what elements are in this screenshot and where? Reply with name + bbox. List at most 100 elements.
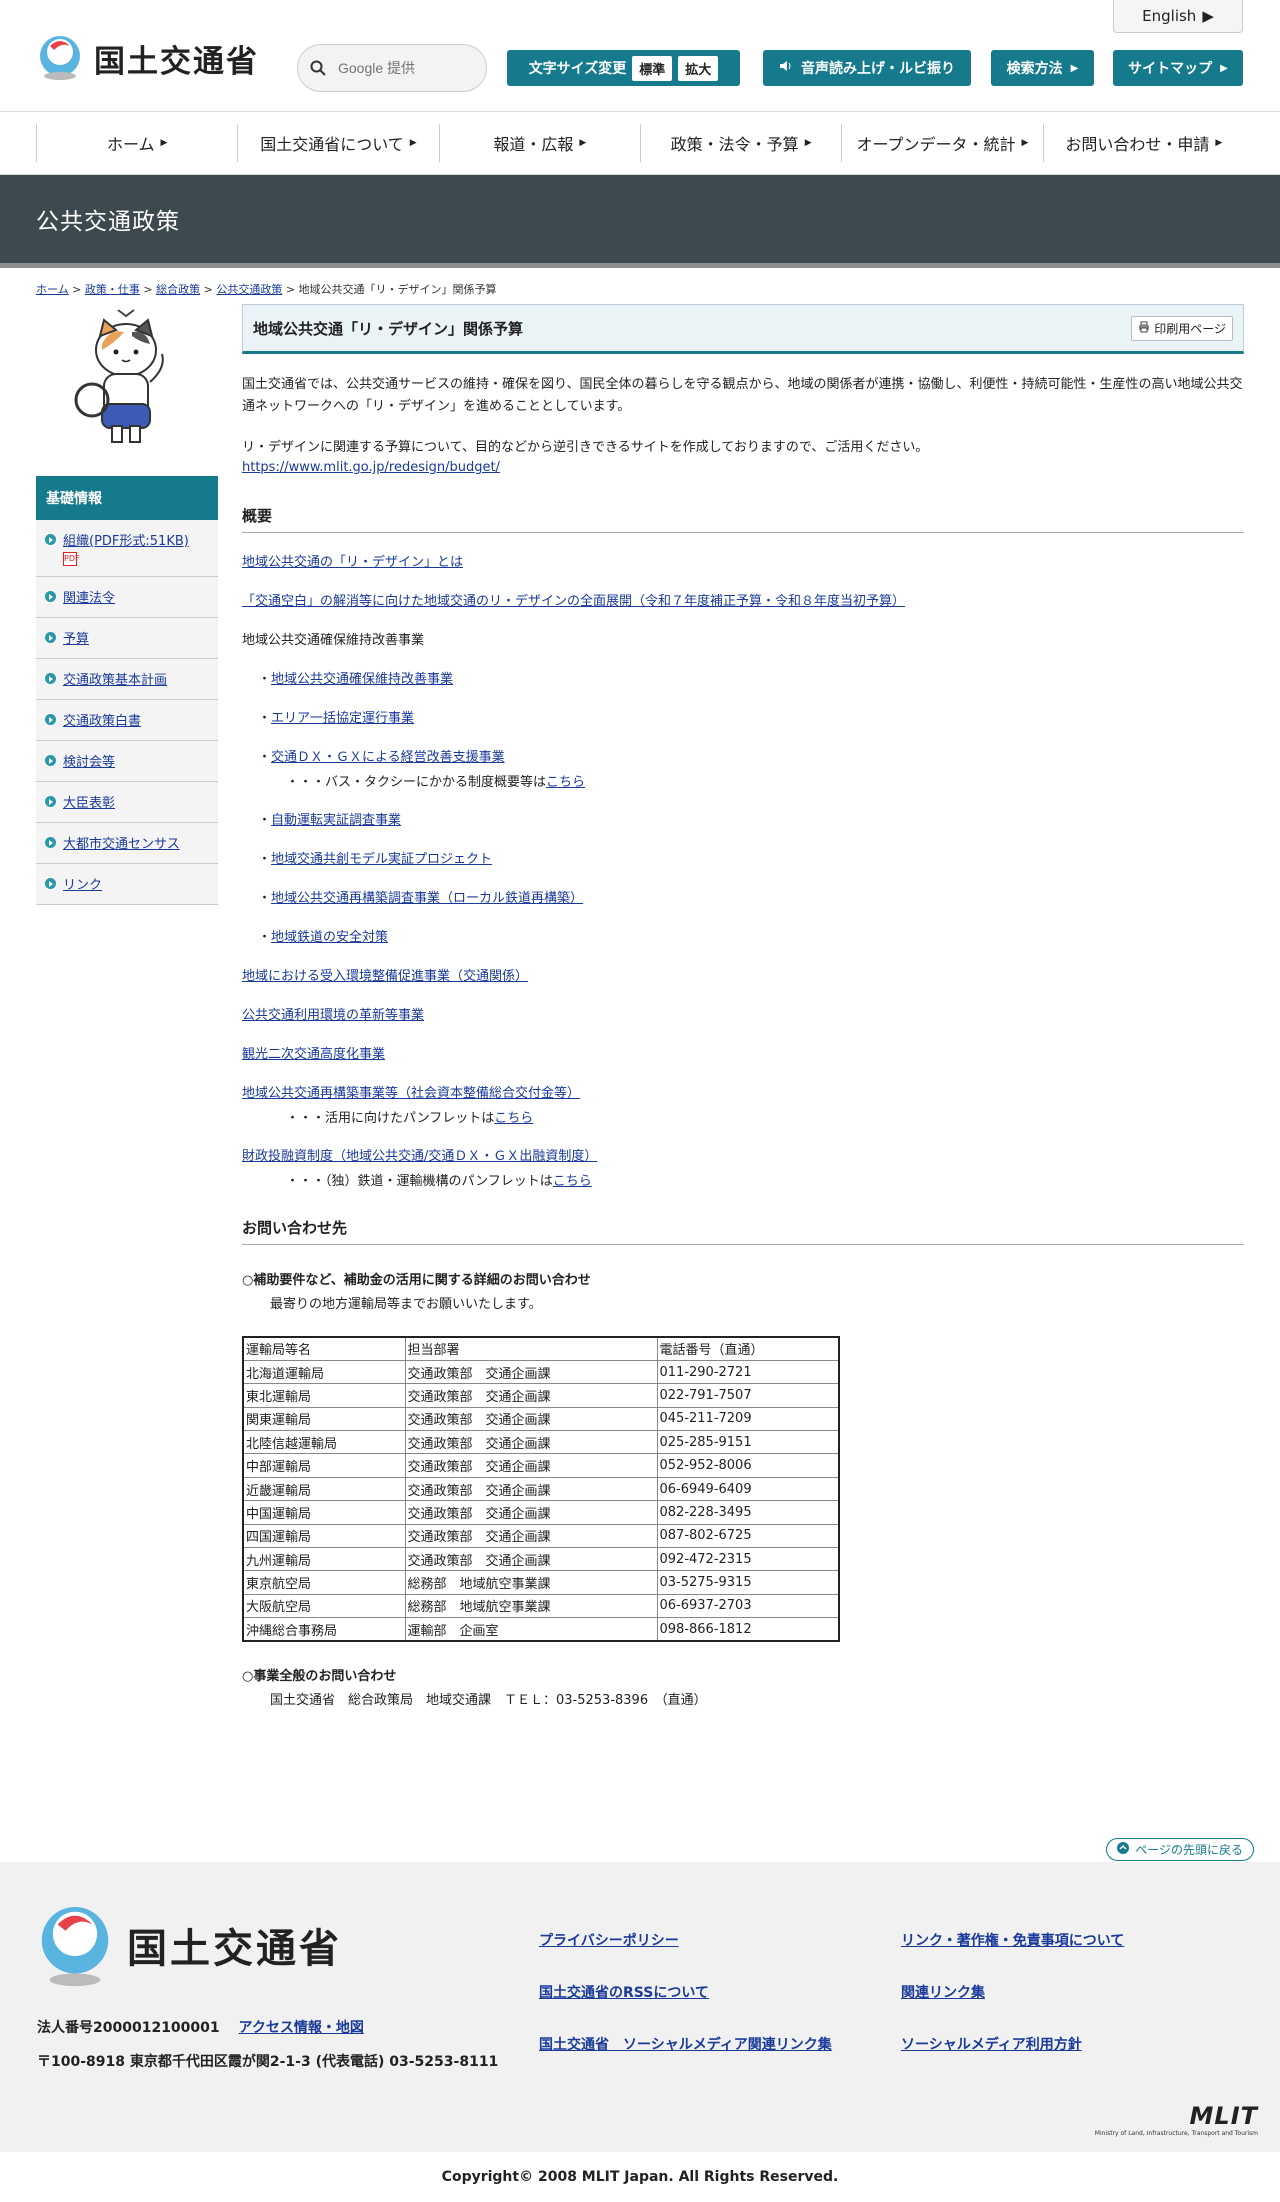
redesign-budget-link[interactable]: https://www.mlit.go.jp/redesign/budget/ [242, 460, 500, 475]
sidebar-item-label[interactable]: 検討会等 [63, 755, 115, 770]
link-sub-autonomous[interactable]: 自動運転実証調査事業 [271, 813, 401, 828]
sidebar-item-basic-plan[interactable]: 交通政策基本計画 [36, 659, 218, 700]
breadcrumb-policy[interactable]: 政策・仕事 [85, 283, 140, 296]
logo-text: 国土交通省 [94, 43, 259, 80]
table-row: 中国運輸局 交通政策部 交通企画課 082-228-3495 [242, 1500, 840, 1525]
social-media-links-link[interactable]: 国土交通省 ソーシャルメディア関連リンク集 [539, 2034, 832, 2054]
gnav-press[interactable]: 報道・広報 ▶ [438, 124, 640, 162]
sidebar-item-laws[interactable]: 関連法令 [36, 577, 218, 618]
sidebar-item-label[interactable]: リンク [63, 878, 102, 893]
speaker-icon [779, 59, 793, 77]
table-cell: 052-952-8006 [656, 1453, 840, 1478]
footer-logo[interactable]: 国土交通省 [37, 1902, 342, 1988]
link-restructuring[interactable]: 地域公共交通再構築事業等（社会資本整備総合交付金等） [242, 1086, 580, 1101]
social-media-policy-link[interactable]: ソーシャルメディア利用方針 [901, 2034, 1082, 2054]
gnav-opendata[interactable]: オープンデータ・統計 ▶ [841, 124, 1042, 162]
table-cell: 交通政策部 交通企画課 [404, 1406, 658, 1432]
mlit-wordmark: MLIT Ministry of Land, Infrastructure, T… [1095, 2102, 1258, 2137]
site-logo[interactable]: 国土交通省 [36, 34, 259, 82]
bullet: ・ [258, 813, 272, 828]
breadcrumb-sep: > [203, 283, 213, 296]
english-button[interactable]: English ▶ [1113, 0, 1243, 33]
page-top-button[interactable]: ページの先頭に戻る [1106, 1838, 1254, 1861]
sidebar-item-links[interactable]: リンク [36, 864, 218, 905]
search-icon[interactable] [298, 60, 338, 76]
table-cell: 06-6937-2703 [656, 1593, 840, 1619]
sidebar-item-committees[interactable]: 検討会等 [36, 741, 218, 782]
sidebar-item-whitepaper[interactable]: 交通政策白書 [36, 700, 218, 741]
link-sub3-here[interactable]: こちら [546, 775, 585, 790]
sidebar: 基礎情報 組織(PDF形式:51KB) PDF 関連法令 予算 交通政策基本計画… [36, 304, 218, 1708]
link-tourism-secondary[interactable]: 観光二次交通高度化事業 [242, 1047, 385, 1062]
copyright: Copyright© 2008 MLIT Japan. All Rights R… [0, 2152, 1280, 2202]
gnav-about[interactable]: 国土交通省について ▶ [237, 124, 438, 162]
search-box[interactable] [297, 44, 487, 92]
font-size-control: 文字サイズ変更 標準 拡大 [507, 50, 740, 86]
sidebar-item-label[interactable]: 関連法令 [63, 591, 115, 606]
sidebar-item-label[interactable]: 大臣表彰 [63, 796, 115, 811]
gnav-home[interactable]: ホーム ▶ [36, 124, 237, 162]
sidebar-item-minister-awards[interactable]: 大臣表彰 [36, 782, 218, 823]
side-nav: 基礎情報 組織(PDF形式:51KB) PDF 関連法令 予算 交通政策基本計画… [36, 476, 218, 905]
access-map-link[interactable]: アクセス情報・地図 [239, 2020, 364, 2036]
table-cell: 098-866-1812 [656, 1617, 840, 1642]
breadcrumb-sep: > [143, 283, 153, 296]
privacy-policy-link[interactable]: プライバシーポリシー [539, 1930, 679, 1950]
table-cell: 運輸部 企画室 [404, 1617, 658, 1642]
breadcrumb-public-transport[interactable]: 公共交通政策 [216, 283, 282, 296]
copyright-link[interactable]: リンク・著作権・免責事項について [901, 1930, 1124, 1950]
link-sub-local-rail[interactable]: 地域公共交通再構築調査事業（ローカル鉄道再構築） [271, 891, 583, 906]
font-size-standard-button[interactable]: 標準 [632, 55, 673, 81]
link-fiscal-investment[interactable]: 財政投融資制度（地域公共交通/交通ＤＸ・ＧＸ出融資制度） [242, 1149, 597, 1164]
table-row: 中部運輸局 交通政策部 交通企画課 052-952-8006 [242, 1453, 840, 1478]
search-method-button[interactable]: 検索方法 ▶ [991, 50, 1094, 86]
breadcrumb-home[interactable]: ホーム [36, 283, 69, 296]
table-cell: 087-802-6725 [656, 1523, 840, 1549]
link-sub-cocreation[interactable]: 地域交通共創モデル実証プロジェクト [271, 852, 492, 867]
sidebar-item-budget[interactable]: 予算 [36, 618, 218, 659]
print-label: 印刷用ページ [1154, 321, 1226, 336]
table-header-cell: 担当部署 [404, 1336, 658, 1361]
link-reception-env[interactable]: 地域における受入環境整備促進事業（交通関係） [242, 969, 528, 984]
related-links-link[interactable]: 関連リンク集 [901, 1982, 985, 2002]
page-title: 公共交通政策 [36, 209, 180, 235]
sidebar-item-census[interactable]: 大都市交通センサス [36, 823, 218, 864]
read-aloud-button[interactable]: 音声読み上げ・ルビ振り [763, 50, 971, 86]
link-sub-maintenance[interactable]: 地域公共交通確保維持改善事業 [271, 672, 453, 687]
breadcrumb-general-policy[interactable]: 総合政策 [156, 283, 200, 296]
sidebar-item-label[interactable]: 予算 [63, 632, 89, 647]
mlit-logo-icon [40, 36, 80, 80]
search-input[interactable] [338, 60, 458, 76]
link-redesign-about[interactable]: 地域公共交通の「リ・デザイン」とは [242, 555, 463, 570]
sidebar-item-label[interactable]: 交通政策基本計画 [63, 673, 167, 688]
gnav-contact[interactable]: お問い合わせ・申請 ▶ [1042, 124, 1244, 162]
table-cell: 中部運輸局 [242, 1453, 406, 1478]
gnav-policy[interactable]: 政策・法令・予算 ▶ [639, 124, 841, 162]
sidebar-item-organization[interactable]: 組織(PDF形式:51KB) PDF [36, 520, 218, 577]
sidebar-item-label[interactable]: 組織(PDF形式:51KB) [63, 534, 189, 549]
print-button[interactable]: 印刷用ページ [1131, 315, 1233, 341]
mascot-cat-image [74, 309, 164, 443]
table-cell: 中国運輸局 [242, 1500, 406, 1525]
rss-link[interactable]: 国土交通省のRSSについて [539, 1982, 709, 2002]
sidebar-item-label[interactable]: 交通政策白書 [63, 714, 141, 729]
pdf-icon: PDF [63, 552, 80, 566]
footer-logo-text: 国土交通省 [127, 1926, 342, 1972]
link-l7-here[interactable]: こちら [494, 1111, 533, 1126]
font-size-large-button[interactable]: 拡大 [678, 55, 719, 81]
table-row: 九州運輸局 交通政策部 交通企画課 092-472-2315 [242, 1547, 840, 1572]
link-sub-dx-gx[interactable]: 交通ＤＸ・ＧＸによる経営改善支援事業 [271, 750, 505, 765]
link-sub-rail-safety[interactable]: 地域鉄道の安全対策 [271, 930, 388, 945]
link-l8-here[interactable]: こちら [553, 1174, 592, 1189]
bullet: ・ [258, 750, 272, 765]
link-full-rollout[interactable]: 「交通空白」の解消等に向けた地域交通のリ・デザインの全面展開（令和７年度補正予算… [242, 594, 905, 609]
bullet: ・ [258, 711, 272, 726]
printer-icon [1138, 321, 1150, 336]
link-sub-area-agreement[interactable]: エリア一括協定運行事業 [271, 711, 414, 726]
bullet: ・ [258, 930, 272, 945]
table-row: 北陸信越運輸局 交通政策部 交通企画課 025-285-9151 [242, 1430, 840, 1455]
gnav-label: 政策・法令・予算 [670, 135, 799, 154]
sidebar-item-label[interactable]: 大都市交通センサス [63, 837, 180, 852]
sitemap-button[interactable]: サイトマップ ▶ [1113, 50, 1243, 86]
link-usage-innovation[interactable]: 公共交通利用環境の革新等事業 [242, 1008, 424, 1023]
